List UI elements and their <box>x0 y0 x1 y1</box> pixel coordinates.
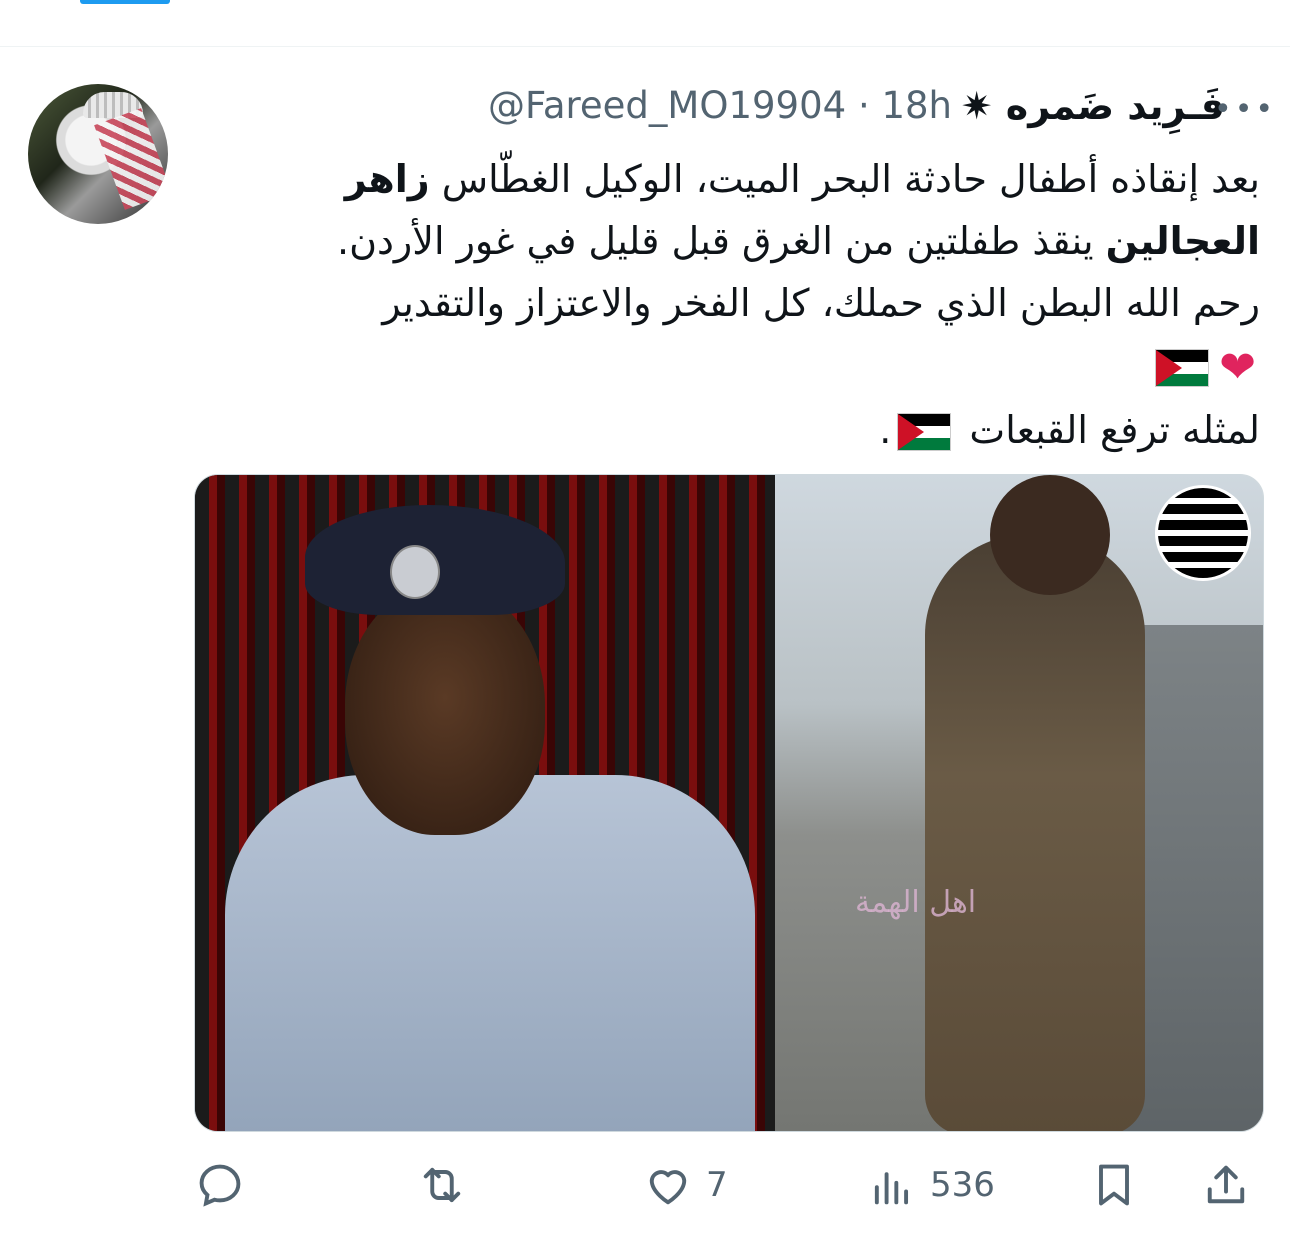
author-handle[interactable]: @Fareed_MO19904 <box>488 84 846 127</box>
officer-uniform <box>225 775 755 1131</box>
photo-officer-uniform[interactable] <box>195 475 775 1131</box>
more-icon[interactable]: ••• <box>1214 92 1276 127</box>
share-icon <box>1207 1165 1245 1204</box>
avatar-scarf <box>94 108 168 210</box>
text-line-2-rest: ينقذ طفلتين من الغرق قبل قليل في غور الأ… <box>337 219 1106 263</box>
jordan-flag-icon <box>897 413 952 451</box>
retweet-button[interactable] <box>416 1150 480 1220</box>
text-line-4: ❤ <box>200 334 1260 399</box>
avatar[interactable] <box>28 84 168 224</box>
text-line-5-end: . <box>879 407 892 452</box>
views-button[interactable]: 536 <box>866 1150 995 1220</box>
bookmark-icon <box>1099 1164 1129 1206</box>
views-count: 536 <box>930 1165 995 1205</box>
text-line-2: العجالين ينقذ طفلتين من الغرق قبل قليل ف… <box>200 210 1260 272</box>
reply-button[interactable] <box>194 1150 258 1220</box>
text-line-5-text: لمثله ترفع القبعات <box>969 407 1260 452</box>
beret-badge <box>390 545 440 599</box>
red-heart-icon: ❤ <box>1219 341 1256 393</box>
text-line-2-bold: العجالين <box>1105 219 1260 263</box>
jordan-flag-icon <box>1155 348 1210 387</box>
text-line-1-bold: زاهر <box>344 157 430 201</box>
text-line-3: رحم الله البطن الذي حملك، كل الفخر والاع… <box>382 281 1260 325</box>
reply-icon <box>199 1164 241 1207</box>
separator-dot: · <box>857 84 870 127</box>
like-count: 7 <box>706 1165 728 1205</box>
active-tab-indicator <box>80 0 170 4</box>
author-name[interactable]: فَـرِيد ضَمره ✷ <box>961 84 1225 128</box>
officer-head <box>345 585 545 835</box>
divider <box>0 46 1290 47</box>
tweet-actions: 7 536 <box>194 1150 1262 1220</box>
photo-diver-road[interactable]: اهل الهمة <box>775 475 1263 1131</box>
retweet-icon <box>423 1167 461 1203</box>
watermark: اهل الهمة <box>855 885 977 920</box>
tweet-time[interactable]: 18h <box>881 84 952 127</box>
diver-wetsuit <box>925 535 1145 1131</box>
top-strip <box>0 0 1290 48</box>
share-button[interactable] <box>1200 1150 1252 1220</box>
like-icon <box>649 1170 687 1205</box>
bookmark-button[interactable] <box>1088 1150 1140 1220</box>
handle-and-time: @Fareed_MO19904 · 18h <box>488 84 952 127</box>
tweet-text: بعد إنقاذه أطفال حادثة البحر الميت، الوك… <box>200 148 1260 461</box>
text-line-1-prefix: بعد إنقاذه أطفال حادثة البحر الميت، الوك… <box>429 157 1260 201</box>
views-icon <box>874 1172 909 1205</box>
text-line-1: بعد إنقاذه أطفال حادثة البحر الميت، الوك… <box>200 148 1260 210</box>
text-line-5: لمثله ترفع القبعات . <box>200 399 1260 461</box>
diver-head <box>990 475 1110 595</box>
tweet-media[interactable]: اهل الهمة <box>194 474 1264 1132</box>
like-button[interactable]: 7 <box>642 1150 728 1220</box>
tweet-header: فَـرِيد ضَمره ✷ @Fareed_MO19904 · 18h <box>200 80 1260 140</box>
channel-logo <box>1155 485 1251 581</box>
